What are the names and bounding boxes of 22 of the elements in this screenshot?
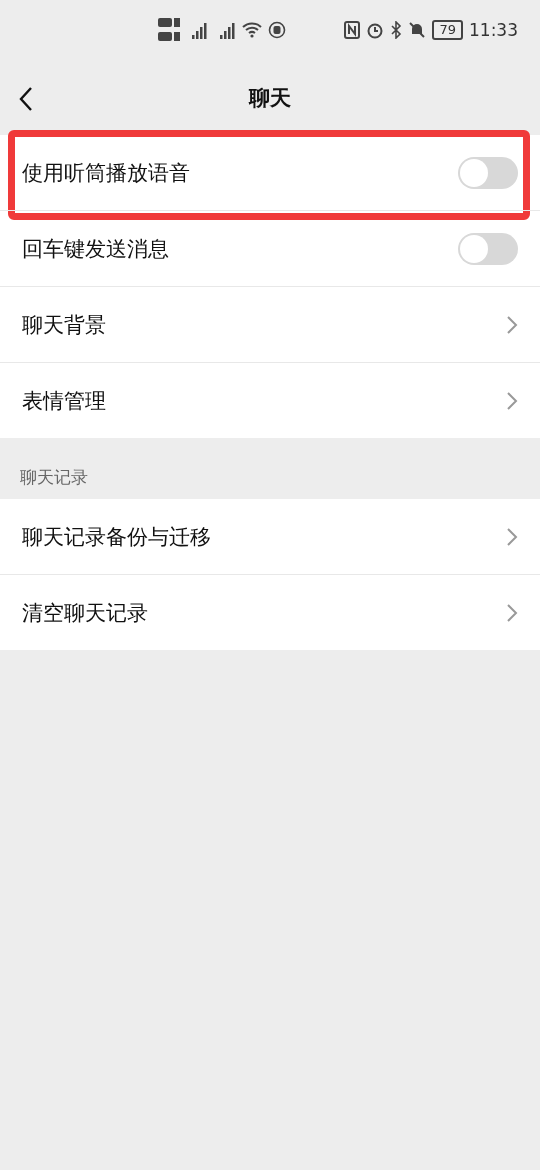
setting-label[interactable]: 聊天记录备份与迁移 [22, 522, 506, 551]
bell-off-icon [408, 21, 427, 39]
bluetooth-icon [390, 21, 403, 39]
toggle-switch[interactable] [458, 156, 518, 189]
battery-level: 79 [432, 20, 463, 40]
setting-label[interactable]: 聊天背景 [22, 310, 506, 339]
page-title: 聊天 [249, 84, 291, 112]
setting-label[interactable]: 使用听筒播放语音 [22, 158, 458, 187]
chevron-right-icon [506, 314, 518, 335]
wifi-icon [242, 22, 262, 38]
status-time: 11:33 [469, 20, 518, 40]
chevron-left-icon [18, 86, 34, 112]
nfc-icon [344, 21, 361, 39]
chevron-right-icon [506, 602, 518, 623]
chevron-right-icon [506, 526, 518, 547]
section-title: 聊天记录 [19, 466, 89, 489]
setting-label[interactable]: 表情管理 [22, 386, 506, 415]
toggle-switch[interactable] [458, 232, 518, 265]
setting-label[interactable]: 清空聊天记录 [22, 598, 506, 627]
chevron-right-icon [506, 390, 518, 411]
alarm-icon [366, 21, 385, 39]
setting-label[interactable]: 回车键发送消息 [22, 234, 458, 263]
